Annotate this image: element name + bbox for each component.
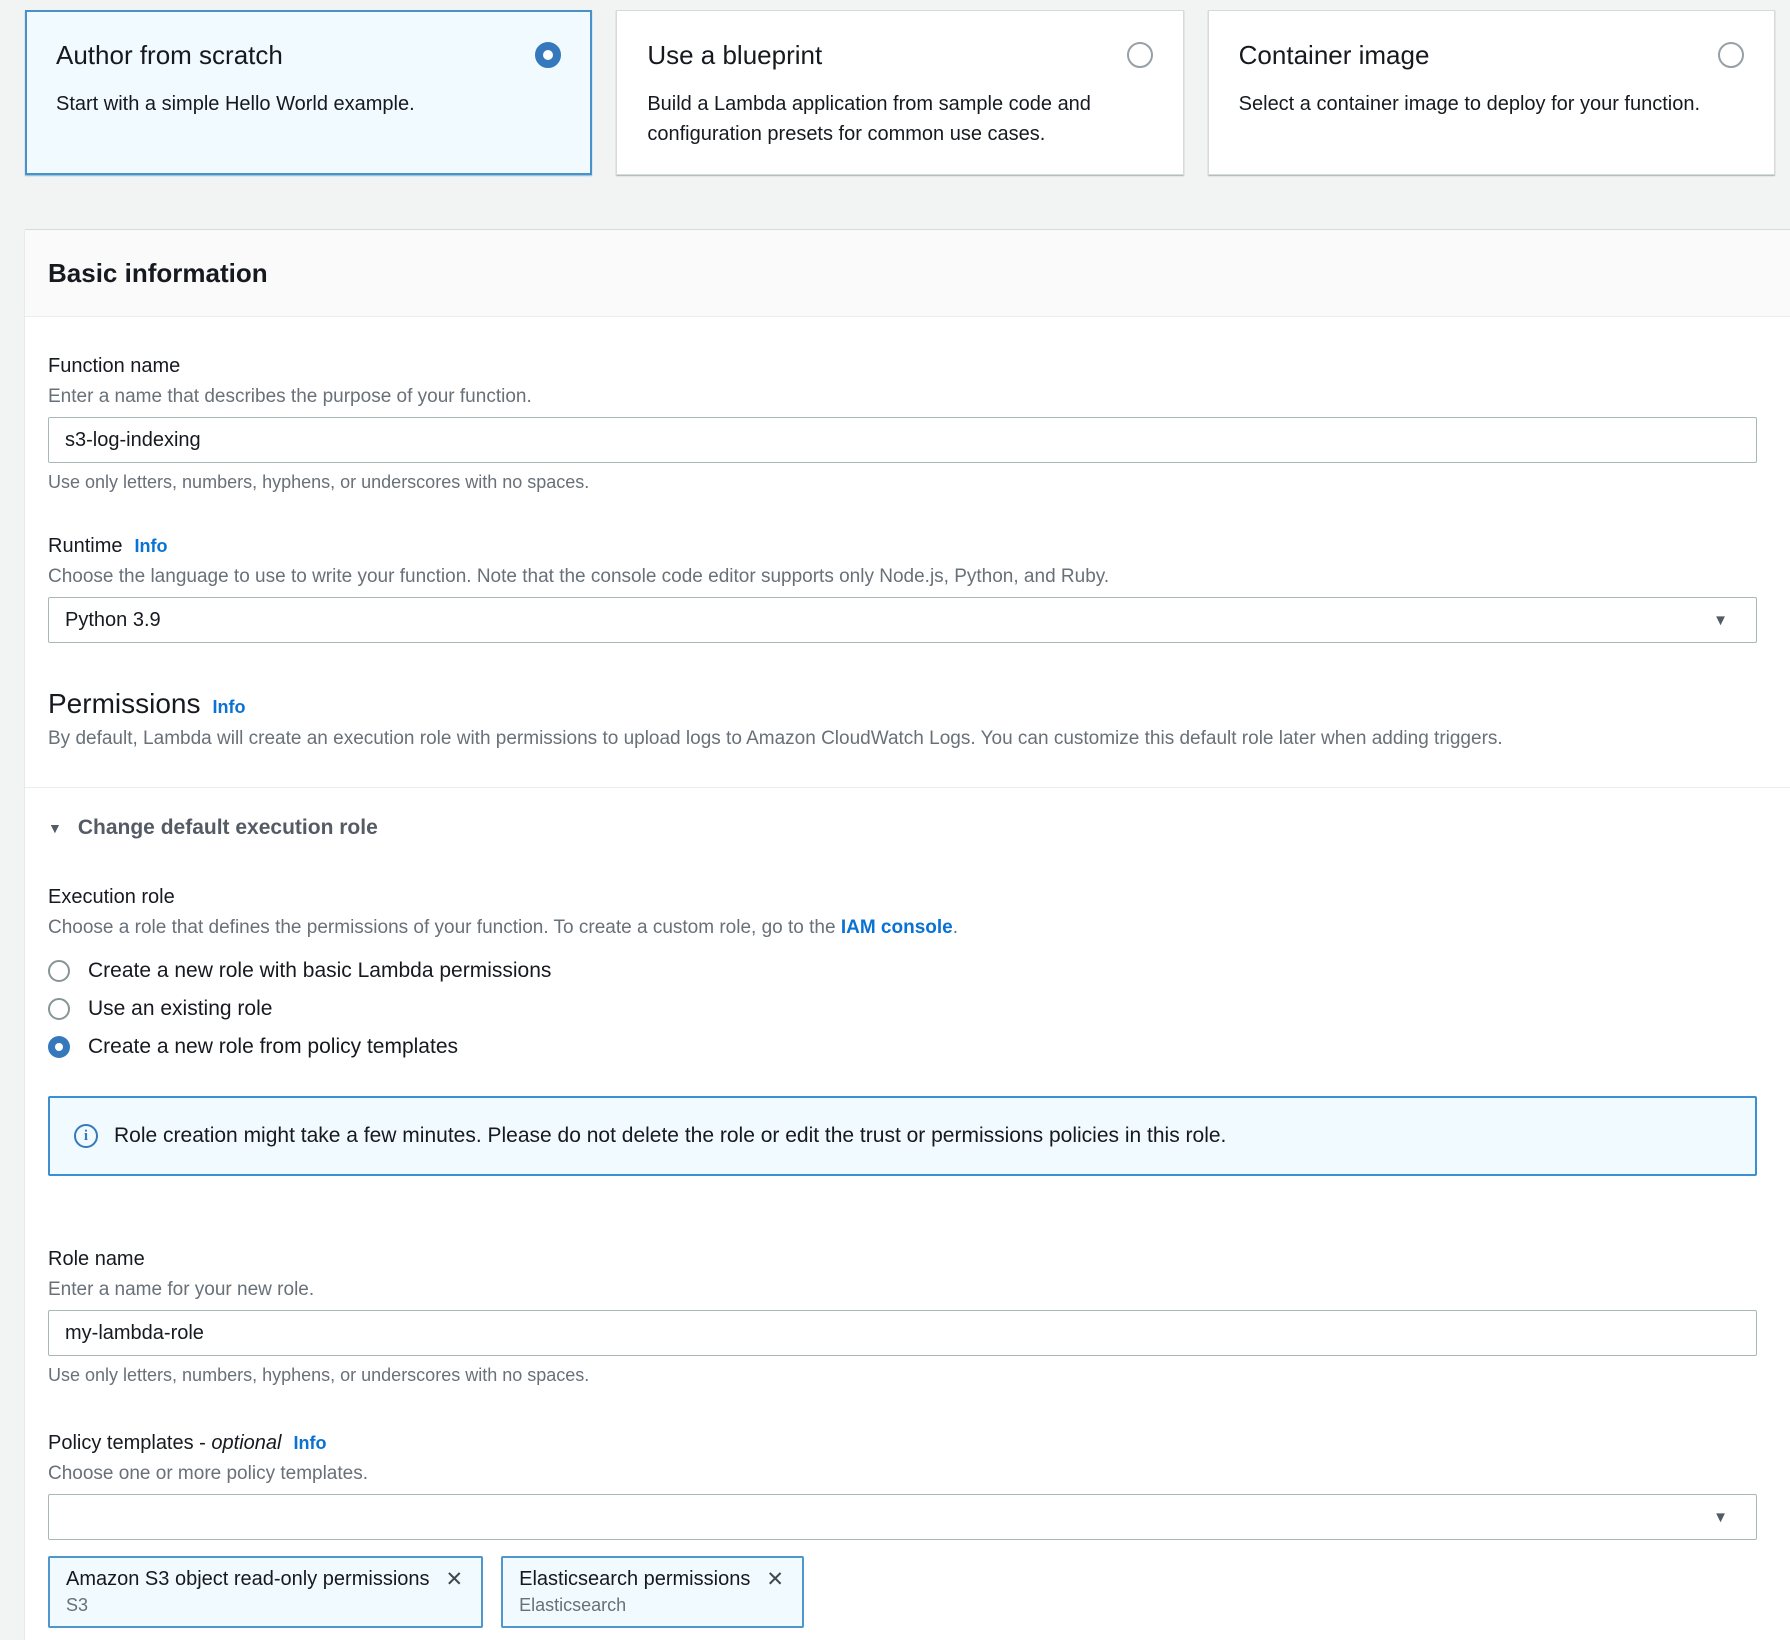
policy-templates-label-optional: optional bbox=[211, 1432, 281, 1454]
info-icon: i bbox=[74, 1124, 98, 1148]
change-execution-role-toggle[interactable]: ▼ Change default execution role bbox=[48, 816, 1757, 840]
radio-unselected-icon[interactable] bbox=[48, 998, 70, 1020]
permissions-heading: Permissions bbox=[48, 687, 200, 721]
radio-option-role-from-policy-templates[interactable]: Create a new role from policy templates bbox=[48, 1028, 1757, 1066]
permissions-description: By default, Lambda will create an execut… bbox=[48, 727, 1757, 751]
permissions-info-link[interactable]: Info bbox=[212, 697, 245, 718]
function-name-field-group: Function name Enter a name that describe… bbox=[48, 353, 1757, 493]
runtime-label: Runtime bbox=[48, 533, 122, 559]
function-name-constraint: Use only letters, numbers, hyphens, or u… bbox=[48, 471, 1757, 493]
function-name-label: Function name bbox=[48, 353, 1757, 379]
runtime-select[interactable]: Python 3.9 ▼ bbox=[48, 597, 1757, 643]
radio-selected-icon[interactable] bbox=[535, 42, 561, 68]
execution-role-description: Choose a role that defines the permissio… bbox=[48, 916, 1757, 940]
role-name-label: Role name bbox=[48, 1246, 1757, 1272]
card-title: Container image bbox=[1239, 39, 1430, 71]
function-name-description: Enter a name that describes the purpose … bbox=[48, 385, 1757, 409]
radio-unselected-icon[interactable] bbox=[1127, 42, 1153, 68]
policy-templates-description: Choose one or more policy templates. bbox=[48, 1462, 1757, 1486]
role-name-input[interactable] bbox=[48, 1310, 1757, 1356]
chip-title: Amazon S3 object read-only permissions bbox=[66, 1568, 430, 1591]
card-description: Build a Lambda application from sample c… bbox=[647, 89, 1152, 149]
radio-option-basic-lambda-permissions[interactable]: Create a new role with basic Lambda perm… bbox=[48, 952, 1757, 990]
panel-body: Function name Enter a name that describe… bbox=[25, 317, 1790, 1628]
execution-role-radio-group: Create a new role with basic Lambda perm… bbox=[48, 952, 1757, 1066]
policy-template-chip: Elasticsearch permissions ✕ Elasticsearc… bbox=[501, 1556, 804, 1628]
runtime-description: Choose the language to use to write your… bbox=[48, 565, 1757, 589]
policy-template-chip: Amazon S3 object read-only permissions ✕… bbox=[48, 1556, 483, 1628]
basic-information-panel: Basic information Function name Enter a … bbox=[25, 229, 1790, 1640]
card-description: Start with a simple Hello World example. bbox=[56, 89, 561, 119]
chip-category: Elasticsearch bbox=[519, 1595, 784, 1616]
chevron-down-icon: ▼ bbox=[1713, 1510, 1728, 1525]
role-name-description: Enter a name for your new role. bbox=[48, 1278, 1757, 1302]
runtime-info-link[interactable]: Info bbox=[134, 536, 167, 557]
radio-unselected-icon[interactable] bbox=[1718, 42, 1744, 68]
chip-category: S3 bbox=[66, 1595, 463, 1616]
remove-chip-icon[interactable]: ✕ bbox=[766, 1569, 784, 1590]
policy-templates-select[interactable]: ▼ bbox=[48, 1494, 1757, 1540]
alert-text: Role creation might take a few minutes. … bbox=[114, 1123, 1226, 1149]
card-description: Select a container image to deploy for y… bbox=[1239, 89, 1744, 119]
runtime-selected-value: Python 3.9 bbox=[65, 609, 161, 632]
role-name-field-group: Role name Enter a name for your new role… bbox=[48, 1246, 1757, 1386]
radio-option-use-existing-role[interactable]: Use an existing role bbox=[48, 990, 1757, 1028]
radio-unselected-icon[interactable] bbox=[48, 960, 70, 982]
card-author-from-scratch[interactable]: Author from scratch Start with a simple … bbox=[25, 10, 592, 175]
section-divider bbox=[25, 787, 1790, 788]
permissions-section: Permissions Info By default, Lambda will… bbox=[48, 687, 1757, 751]
policy-templates-info-link[interactable]: Info bbox=[293, 1433, 326, 1454]
iam-console-link[interactable]: IAM console bbox=[841, 917, 953, 938]
policy-templates-label-prefix: Policy templates - bbox=[48, 1432, 211, 1454]
execution-role-description-suffix: . bbox=[953, 917, 958, 938]
chevron-down-icon: ▼ bbox=[1713, 613, 1728, 628]
selected-policy-templates: Amazon S3 object read-only permissions ✕… bbox=[48, 1556, 1757, 1628]
radio-option-label: Create a new role from policy templates bbox=[88, 1035, 458, 1059]
remove-chip-icon[interactable]: ✕ bbox=[446, 1569, 464, 1590]
card-title: Use a blueprint bbox=[647, 39, 822, 71]
runtime-field-group: Runtime Info Choose the language to use … bbox=[48, 533, 1757, 643]
policy-templates-field-group: Policy templates - optional Info Choose … bbox=[48, 1430, 1757, 1628]
card-use-a-blueprint[interactable]: Use a blueprint Build a Lambda applicati… bbox=[616, 10, 1183, 175]
panel-title: Basic information bbox=[48, 257, 1757, 289]
function-name-input[interactable] bbox=[48, 417, 1757, 463]
radio-selected-icon[interactable] bbox=[48, 1036, 70, 1058]
card-title: Author from scratch bbox=[56, 39, 283, 71]
role-creation-info-alert: i Role creation might take a few minutes… bbox=[48, 1096, 1757, 1176]
execution-role-field-group: Execution role Choose a role that define… bbox=[48, 884, 1757, 1066]
execution-role-description-text: Choose a role that defines the permissio… bbox=[48, 917, 841, 938]
chip-title: Elasticsearch permissions bbox=[519, 1568, 750, 1591]
policy-templates-label: Policy templates - optional bbox=[48, 1430, 281, 1456]
panel-header: Basic information bbox=[25, 230, 1790, 317]
radio-option-label: Create a new role with basic Lambda perm… bbox=[88, 959, 551, 983]
execution-role-label: Execution role bbox=[48, 884, 1757, 910]
creation-type-cards: Author from scratch Start with a simple … bbox=[25, 0, 1775, 175]
radio-option-label: Use an existing role bbox=[88, 997, 272, 1021]
card-container-image[interactable]: Container image Select a container image… bbox=[1208, 10, 1775, 175]
change-execution-role-label: Change default execution role bbox=[78, 816, 378, 840]
triangle-down-icon: ▼ bbox=[48, 820, 62, 836]
role-name-constraint: Use only letters, numbers, hyphens, or u… bbox=[48, 1364, 1757, 1386]
